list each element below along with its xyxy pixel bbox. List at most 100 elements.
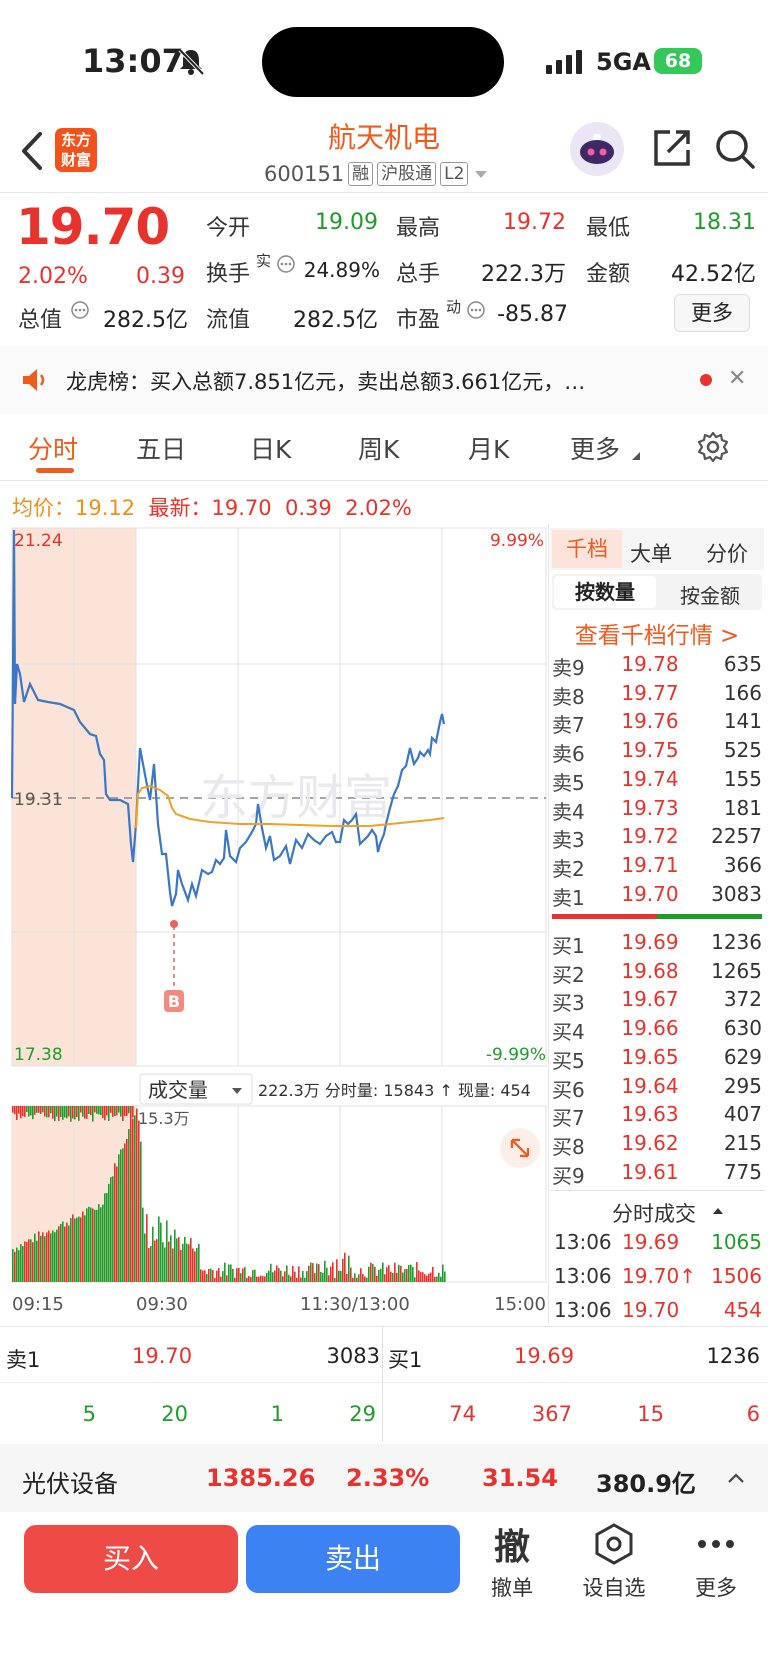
volume-bar (78, 1106, 80, 1121)
ask-row[interactable]: 卖9 19.78 635 (552, 652, 762, 680)
news-text[interactable]: 龙虎榜：买入总额7.851亿元，卖出总额3.661亿元，… (66, 366, 676, 396)
buy-button[interactable]: 买入 (24, 1525, 238, 1593)
volume-bar (364, 1276, 366, 1282)
ask-row[interactable]: 卖8 19.77 166 (552, 681, 762, 709)
volume-bar (110, 1106, 112, 1113)
ask-row[interactable]: 卖4 19.73 181 (552, 796, 762, 824)
ask-price: 19.73 (621, 795, 679, 820)
volume-bar (128, 1106, 130, 1114)
volume-bar (388, 1265, 390, 1282)
share-icon[interactable] (652, 128, 692, 168)
volume-bar (248, 1276, 250, 1282)
tab-more[interactable]: 更多 (570, 430, 620, 466)
assistant-robot-icon[interactable] (570, 122, 624, 176)
add-watchlist-button[interactable]: 设自选 (574, 1572, 654, 1602)
info-icon[interactable] (466, 300, 486, 320)
volume-bar (362, 1273, 364, 1282)
bid-row[interactable]: 买2 19.68 1265 (552, 959, 762, 987)
trades-title[interactable]: 分时成交 (612, 1198, 696, 1228)
bid-row[interactable]: 买1 19.69 1236 (552, 930, 762, 958)
ask-level-label: 卖4 (552, 799, 585, 824)
time-label-open: 09:30 (136, 1294, 188, 1315)
more-dots-icon[interactable] (694, 1534, 738, 1554)
bid-row[interactable]: 买9 19.61 775 (552, 1160, 762, 1188)
turnover-sup: 实 (256, 252, 272, 270)
volume-bar (422, 1272, 424, 1282)
tab-daily-k[interactable]: 日K (250, 430, 291, 466)
tab-thousand-level[interactable]: 千档 (552, 530, 622, 568)
volume-bar (116, 1106, 118, 1116)
settings-gear-icon[interactable] (696, 430, 730, 464)
volume-bar (302, 1270, 304, 1282)
bid-row[interactable]: 买7 19.63 407 (552, 1102, 762, 1130)
volume-bar (118, 1106, 120, 1113)
volume-bar (286, 1265, 288, 1282)
bid-volume: 630 (723, 1016, 762, 1041)
volume-bar (80, 1106, 82, 1113)
tab-intraday[interactable]: 分时 (28, 430, 78, 466)
turnover-label: 换手 (206, 262, 251, 287)
ask-row[interactable]: 卖2 19.71 366 (552, 853, 762, 881)
search-icon[interactable] (714, 128, 756, 170)
volume-bar (360, 1268, 362, 1282)
ask-row[interactable]: 卖7 19.76 141 (552, 709, 762, 737)
more-button[interactable]: 更多 (676, 1572, 756, 1602)
bid-row[interactable]: 买4 19.66 630 (552, 1016, 762, 1044)
subtab-by-amount[interactable]: 按金额 (680, 580, 740, 609)
volume-bar (18, 1106, 20, 1114)
volume-bar (322, 1272, 324, 1282)
bid-row[interactable]: 买8 19.62 215 (552, 1131, 762, 1159)
tab-price-distribution[interactable]: 分价 (706, 538, 748, 568)
volume-bar (50, 1106, 52, 1114)
latest-value: 19.70 (211, 496, 272, 520)
volume-bar (290, 1276, 292, 1282)
news-close-button[interactable]: ✕ (728, 366, 746, 391)
volume-bar (326, 1267, 328, 1282)
more-quote-button[interactable]: 更多 (674, 294, 750, 332)
info-icon[interactable] (70, 300, 90, 320)
tab-weekly-k[interactable]: 周K (358, 430, 399, 466)
volume-bar (218, 1268, 220, 1282)
ask-row[interactable]: 卖5 19.74 155 (552, 767, 762, 795)
ask-row[interactable]: 卖3 19.72 2257 (552, 824, 762, 852)
stock-code-line[interactable]: 600151 融 沪股通 L2 (264, 160, 490, 188)
volume-bar (92, 1106, 94, 1122)
ask-price: 19.74 (621, 766, 679, 791)
ask-row[interactable]: 卖1 19.70 3083 (552, 882, 762, 910)
bid-row[interactable]: 买6 19.64 295 (552, 1074, 762, 1102)
bid-row[interactable]: 买3 19.67 372 (552, 987, 762, 1015)
buy-count-4: 6 (746, 1402, 760, 1426)
l1-buy-volume: 1236 (706, 1344, 760, 1368)
volume-bar (146, 1214, 148, 1282)
subtab-by-quantity[interactable]: 按数量 (554, 576, 656, 608)
volume-bar (292, 1265, 294, 1282)
volume-selector-label: 成交量 (148, 1078, 208, 1102)
cancel-big-char[interactable]: 撤 (472, 1518, 552, 1570)
chevron-up-icon[interactable] (726, 1468, 746, 1488)
ask-row[interactable]: 卖6 19.75 525 (552, 738, 762, 766)
volume-bar (350, 1267, 352, 1282)
trade-volume: 1506 (711, 1264, 762, 1288)
tab-five-day[interactable]: 五日 (136, 430, 186, 466)
ask-price: 19.75 (621, 738, 679, 763)
volume-bar (72, 1214, 74, 1282)
trade-time: 13:06 (554, 1230, 612, 1254)
volume-bar (162, 1242, 164, 1282)
view-thousand-levels-link[interactable]: 查看千档行情 > (552, 616, 762, 650)
info-icon[interactable] (276, 254, 296, 274)
bid-row[interactable]: 买5 19.65 629 (552, 1045, 762, 1073)
intraday-info-line: 均价：19.12 最新：19.70 0.39 2.02% (12, 492, 412, 522)
add-watchlist-icon[interactable] (592, 1522, 636, 1566)
volume-bar (38, 1231, 40, 1282)
bid-level-label: 买1 (552, 934, 585, 958)
volume-bar (348, 1255, 350, 1282)
tab-big-orders[interactable]: 大单 (630, 538, 672, 568)
volume-bar (84, 1106, 86, 1119)
tab-monthly-k[interactable]: 月K (468, 430, 509, 466)
volume-bar (64, 1226, 66, 1282)
volume-bar (172, 1248, 174, 1282)
sell-button[interactable]: 卖出 (246, 1525, 460, 1593)
volume-bar (56, 1229, 58, 1282)
intraday-chart[interactable]: 东方财富 21.24 19.31 17.38 9.99% -9.99% B 成交… (0, 524, 552, 1324)
cancel-order-button[interactable]: 撤单 (472, 1572, 552, 1602)
